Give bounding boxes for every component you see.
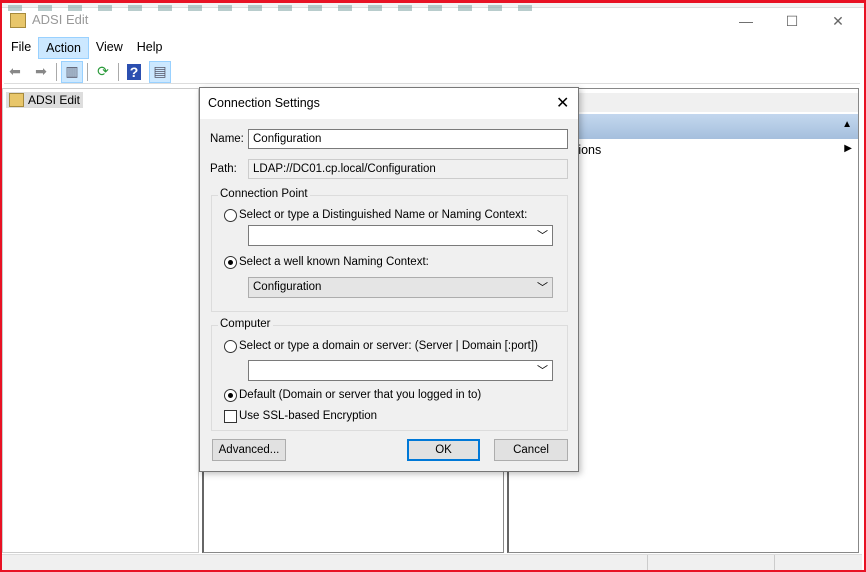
forward-arrow-icon[interactable]: ➡ xyxy=(30,61,52,83)
dialog-title: Connection Settings xyxy=(208,96,320,110)
menu-help[interactable]: Help xyxy=(130,37,170,59)
name-label: Name: xyxy=(210,133,244,145)
computer-group: Computer Select or type a domain or serv… xyxy=(211,318,568,431)
known-context-select[interactable]: Configuration ﹀ xyxy=(248,277,553,298)
ssl-checkbox-label[interactable]: Use SSL-based Encryption xyxy=(239,410,377,422)
adsi-edit-icon xyxy=(9,93,24,107)
known-context-value: Configuration xyxy=(253,281,322,293)
chevron-down-icon: ﹀ xyxy=(537,282,548,294)
dialog-close-icon[interactable]: ✕ xyxy=(556,93,569,113)
status-bar xyxy=(2,554,862,571)
background-taskbar-strip xyxy=(0,0,866,11)
computer-legend: Computer xyxy=(218,318,273,330)
chevron-down-icon: ﹀ xyxy=(537,365,548,377)
path-label: Path: xyxy=(210,163,237,175)
dn-combo[interactable]: ﹀ xyxy=(248,225,553,246)
server-radio[interactable] xyxy=(224,340,237,353)
tree-item-adsi-edit[interactable]: ADSI Edit xyxy=(6,92,84,108)
cancel-button[interactable]: Cancel xyxy=(494,439,568,461)
connection-point-legend: Connection Point xyxy=(218,188,310,200)
ok-button[interactable]: OK xyxy=(407,439,480,461)
server-combo[interactable]: ﹀ xyxy=(248,360,553,381)
menu-action[interactable]: Action xyxy=(38,37,89,59)
advanced-button[interactable]: Advanced... xyxy=(212,439,286,461)
connection-point-group: Connection Point Select or type a Distin… xyxy=(211,188,568,312)
dialog-titlebar: Connection Settings ✕ xyxy=(200,88,578,119)
path-field: LDAP://DC01.cp.local/Configuration xyxy=(248,159,568,179)
toolbar-separator xyxy=(87,62,88,81)
refresh-icon[interactable]: ⟳ xyxy=(92,61,114,83)
ssl-checkbox[interactable] xyxy=(224,410,237,423)
tree-item-label: ADSI Edit xyxy=(28,93,81,107)
dn-radio[interactable] xyxy=(224,209,237,222)
default-radio-label[interactable]: Default (Domain or server that you logge… xyxy=(239,389,481,401)
submenu-arrow-icon: ▶ xyxy=(844,143,852,154)
close-window-button[interactable]: ✕ xyxy=(815,8,861,34)
default-radio[interactable] xyxy=(224,389,237,402)
menu-bar: File Action View Help xyxy=(4,37,170,59)
menu-file[interactable]: File xyxy=(4,37,38,59)
known-context-label[interactable]: Select a well known Naming Context: xyxy=(239,256,429,268)
window-title: ADSI Edit xyxy=(32,12,89,27)
server-radio-label[interactable]: Select or type a domain or server: (Serv… xyxy=(239,340,538,352)
back-arrow-icon[interactable]: ⬅ xyxy=(4,61,26,83)
connection-settings-dialog: Connection Settings ✕ Name: Configuratio… xyxy=(199,87,579,472)
name-input[interactable]: Configuration xyxy=(248,129,568,149)
app-icon xyxy=(10,13,26,28)
console-tree: ADSI Edit xyxy=(2,88,199,553)
toolbar-separator xyxy=(56,62,57,81)
show-action-pane-icon[interactable]: ▤ xyxy=(149,60,171,83)
help-icon[interactable]: ? xyxy=(123,61,145,83)
minimize-button[interactable]: — xyxy=(723,8,769,34)
chevron-down-icon: ﹀ xyxy=(537,230,548,242)
toolbar: ⬅ ➡ ▥ ⟳ ? ▤ xyxy=(4,60,860,84)
collapse-icon[interactable]: ▲ xyxy=(842,119,852,130)
show-console-tree-icon[interactable]: ▥ xyxy=(61,60,83,83)
known-context-radio[interactable] xyxy=(224,256,237,269)
maximize-button[interactable]: ☐ xyxy=(769,8,815,34)
toolbar-separator xyxy=(118,62,119,81)
menu-view[interactable]: View xyxy=(89,37,130,59)
dn-radio-label[interactable]: Select or type a Distinguished Name or N… xyxy=(239,209,527,221)
